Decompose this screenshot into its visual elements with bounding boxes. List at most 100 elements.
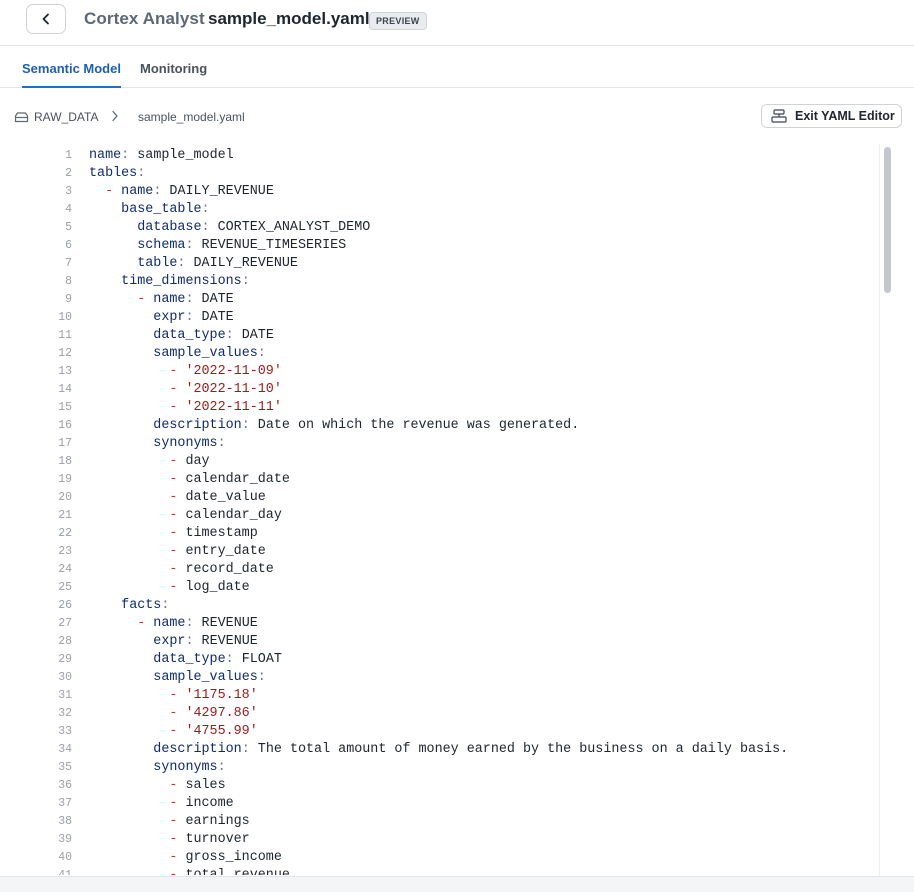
line-number: 23 [58, 545, 72, 558]
code-line[interactable]: 38 - earnings [0, 813, 880, 831]
line-number: 26 [58, 599, 72, 612]
code-line[interactable]: 26 facts: [0, 597, 880, 615]
code-line[interactable]: 7 table: DAILY_REVENUE [0, 255, 880, 273]
code-text: facts: [121, 598, 170, 613]
code-line[interactable]: 29 data_type: FLOAT [0, 651, 880, 669]
line-number: 41 [40, 867, 72, 875]
code-line[interactable]: 18 - day [0, 453, 880, 471]
code-text: - '2022-11-10' [169, 382, 282, 397]
line-number: 30 [58, 671, 72, 684]
code-text: - earnings [169, 814, 250, 829]
code-line[interactable]: 19 - calendar_date [0, 471, 880, 489]
code-text: sample_values: [153, 670, 266, 685]
code-line[interactable]: 39 - turnover [0, 831, 880, 849]
back-button[interactable] [26, 4, 66, 34]
code-text: description: Date on which the revenue w… [153, 418, 580, 433]
code-line[interactable]: 21 - calendar_day [0, 507, 880, 525]
code-line[interactable]: 27 - name: REVENUE [0, 615, 880, 633]
tab-monitoring[interactable]: Monitoring [140, 61, 207, 87]
editor-layout-icon [771, 109, 787, 123]
code-line[interactable]: 33 - '4755.99' [0, 723, 880, 741]
code-text: expr: REVENUE [153, 634, 258, 649]
code-text: - gross_income [169, 850, 282, 865]
line-number: 12 [58, 347, 72, 360]
line-number: 31 [58, 689, 72, 702]
code-line[interactable]: 41 - total_revenue [0, 867, 880, 875]
line-number: 39 [58, 833, 72, 846]
code-line[interactable]: 24 - record_date [0, 561, 880, 579]
code-text: - name: DAILY_REVENUE [105, 184, 274, 199]
code-line[interactable]: 16 description: Date on which the revenu… [0, 417, 880, 435]
line-number: 3 [65, 185, 72, 198]
chevron-left-icon [42, 13, 49, 25]
code-line[interactable]: 31 - '1175.18' [0, 687, 880, 705]
code-line[interactable]: 28 expr: REVENUE [0, 633, 880, 651]
exit-yaml-editor-label: Exit YAML Editor [795, 109, 895, 123]
code-line[interactable]: 2 tables: [0, 165, 880, 183]
code-text: tables: [89, 166, 146, 181]
code-line[interactable]: 1 name: sample_model [0, 147, 880, 165]
code-line[interactable]: 30 sample_values: [0, 669, 880, 687]
code-text: - name: DATE [137, 292, 234, 307]
line-number: 28 [58, 635, 72, 648]
code-text: - '1175.18' [169, 688, 258, 703]
code-line[interactable]: 20 - date_value [0, 489, 880, 507]
code-line[interactable]: 35 synonyms: [0, 759, 880, 777]
code-text: - calendar_day [169, 508, 282, 523]
editor-toolbar: RAW_DATA sample_model.yaml Exit YAML Edi… [0, 88, 914, 144]
code-text: - log_date [169, 580, 250, 595]
preview-badge: PREVIEW [369, 12, 427, 30]
line-number: 6 [65, 239, 72, 252]
code-line[interactable]: 23 - entry_date [0, 543, 880, 561]
tab-bar: Semantic Model Monitoring [0, 47, 914, 88]
app-header: Cortex Analyst sample_model.yaml PREVIEW [0, 0, 914, 46]
code-line[interactable]: 3 - name: DAILY_REVENUE [0, 183, 880, 201]
line-number: 15 [58, 401, 72, 414]
code-line[interactable]: 6 schema: REVENUE_TIMESERIES [0, 237, 880, 255]
code-text: - '4755.99' [169, 724, 258, 739]
line-number: 40 [58, 851, 72, 864]
line-number: 19 [58, 473, 72, 486]
code-line[interactable]: 12 sample_values: [0, 345, 880, 363]
code-line[interactable]: 8 time_dimensions: [0, 273, 880, 291]
code-line[interactable]: 34 description: The total amount of mone… [0, 741, 880, 759]
code-line[interactable]: 10 expr: DATE [0, 309, 880, 327]
line-number: 37 [58, 797, 72, 810]
code-line[interactable]: 17 synonyms: [0, 435, 880, 453]
line-number: 33 [58, 725, 72, 738]
editor-scrollbar[interactable] [879, 144, 895, 876]
code-line[interactable]: 40 - gross_income [0, 849, 880, 867]
code-text: name: sample_model [89, 148, 234, 163]
code-line[interactable]: 36 - sales [0, 777, 880, 795]
breadcrumb-root[interactable]: RAW_DATA [14, 109, 98, 125]
code-line[interactable]: 5 database: CORTEX_ANALYST_DEMO [0, 219, 880, 237]
code-line[interactable]: 11 data_type: DATE [0, 327, 880, 345]
line-number: 10 [58, 311, 72, 324]
code-line[interactable]: 14 - '2022-11-10' [0, 381, 880, 399]
yaml-editor[interactable]: 1 name: sample_model 2 tables: 3 - name: DAI… [0, 147, 880, 875]
line-number: 22 [58, 527, 72, 540]
code-line[interactable]: 15 - '2022-11-11' [0, 399, 880, 417]
tab-semantic-model[interactable]: Semantic Model [22, 61, 121, 88]
code-line[interactable]: 25 - log_date [0, 579, 880, 597]
code-text: description: The total amount of money e… [153, 742, 789, 757]
line-number: 35 [58, 761, 72, 774]
line-number: 7 [65, 257, 72, 270]
code-text: expr: DATE [153, 310, 234, 325]
code-text: - sales [169, 778, 226, 793]
code-line[interactable]: 37 - income [0, 795, 880, 813]
code-line[interactable]: 4 base_table: [0, 201, 880, 219]
line-number: 17 [58, 437, 72, 450]
line-number: 9 [65, 293, 72, 306]
app-name: Cortex Analyst [84, 9, 205, 28]
line-number: 13 [58, 365, 72, 378]
code-line[interactable]: 9 - name: DATE [0, 291, 880, 309]
code-text: database: CORTEX_ANALYST_DEMO [137, 220, 371, 235]
code-text: - name: REVENUE [137, 616, 258, 631]
exit-yaml-editor-button[interactable]: Exit YAML Editor [761, 104, 902, 128]
code-line[interactable]: 22 - timestamp [0, 525, 880, 543]
code-line[interactable]: 32 - '4297.86' [0, 705, 880, 723]
code-text: - record_date [169, 562, 274, 577]
scrollbar-thumb[interactable] [884, 147, 891, 293]
code-line[interactable]: 13 - '2022-11-09' [0, 363, 880, 381]
